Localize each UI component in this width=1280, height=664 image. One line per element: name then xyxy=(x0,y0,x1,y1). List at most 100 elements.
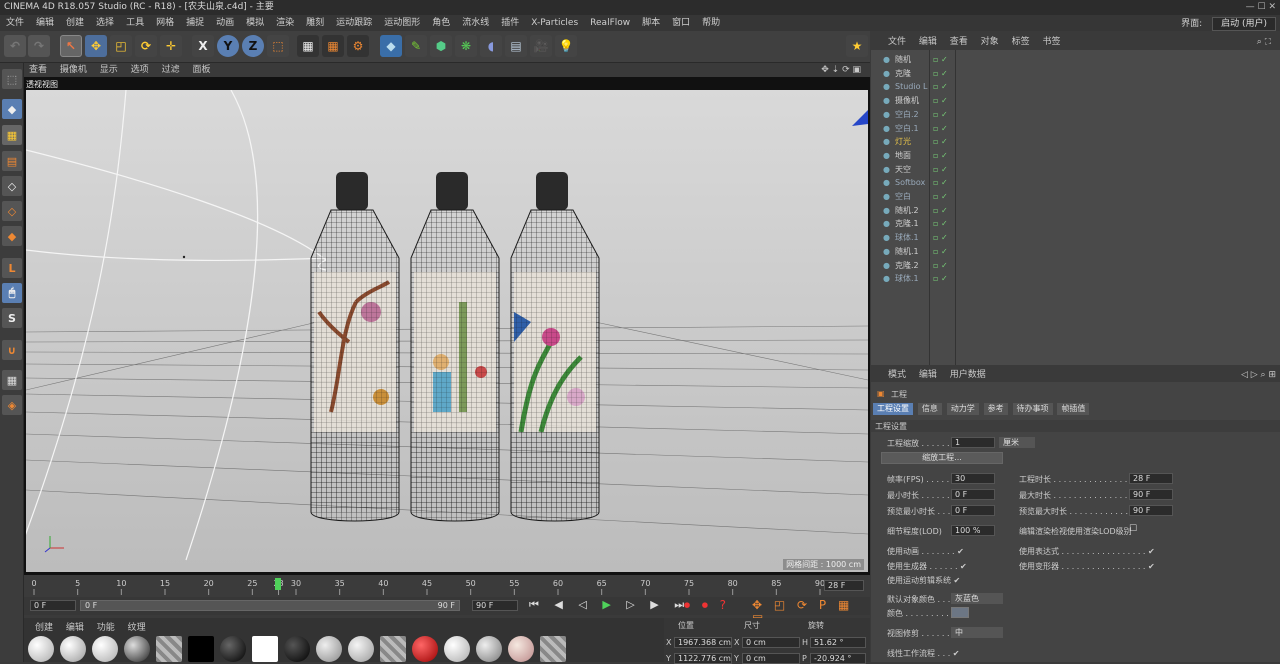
tab-project-settings[interactable]: 工程设置 xyxy=(873,403,913,415)
menu-item[interactable]: 动画 xyxy=(210,15,240,31)
rotation-h-field[interactable]: 51.62 ° xyxy=(810,637,866,648)
scale-unit-dropdown[interactable]: 厘米 xyxy=(999,437,1035,448)
object-row[interactable]: ● 空白.2 ▫ ✓ xyxy=(871,108,1280,122)
object-row[interactable]: ● 克隆.2 ▫ ✓ xyxy=(871,259,1280,273)
menu-item[interactable]: 捕捉 xyxy=(180,15,210,31)
rotation-p-field[interactable]: -20.924 ° xyxy=(810,653,866,664)
object-name[interactable]: Softbox xyxy=(895,176,925,190)
window-controls[interactable]: — ☐ ✕ xyxy=(1246,0,1276,15)
start-frame-field[interactable]: 0 F xyxy=(30,600,76,611)
menu-item[interactable]: 插件 xyxy=(495,15,525,31)
points-mode-icon[interactable]: ◇ xyxy=(2,176,22,196)
use-expressions-checkbox[interactable]: 使用表达式 . . . . . . . . . . . . . . . . . … xyxy=(1019,546,1155,557)
visibility-toggle-icon[interactable]: ▫ ✓ xyxy=(933,272,948,286)
menu-item[interactable]: 模拟 xyxy=(240,15,270,31)
default-color-dropdown[interactable]: 灰蓝色 xyxy=(951,593,1003,604)
light-icon[interactable]: 💡 xyxy=(555,35,577,57)
timeline-playhead[interactable] xyxy=(275,578,281,590)
object-name[interactable]: 空白.2 xyxy=(895,108,919,122)
preview-min-field[interactable]: 0 F xyxy=(951,505,995,516)
visibility-toggle-icon[interactable]: ▫ ✓ xyxy=(933,80,948,94)
object-name[interactable]: 摄像机 xyxy=(895,94,919,108)
preview-max-field[interactable]: 90 F xyxy=(1129,505,1173,516)
use-deformers-checkbox[interactable]: 使用变形器 . . . . . . . . . . . . . . . . . … xyxy=(1019,561,1155,572)
object-row[interactable]: ● 克隆.1 ▫ ✓ xyxy=(871,217,1280,231)
visibility-toggle-icon[interactable]: ▫ ✓ xyxy=(933,204,948,218)
color-swatch[interactable] xyxy=(951,607,969,618)
coordinate-system-icon[interactable]: ⬚ xyxy=(267,35,289,57)
timeline[interactable]: 05101520252830354045505560657075808590 2… xyxy=(24,575,870,597)
material-menu-create[interactable]: 创建 xyxy=(30,623,58,633)
object-name[interactable]: 克隆.2 xyxy=(895,259,919,273)
interface-selector[interactable]: 界面: 启动 (用户) xyxy=(1175,16,1276,32)
object-row[interactable]: ● 随机 ▫ ✓ xyxy=(871,53,1280,67)
visibility-toggle-icon[interactable]: ▫ ✓ xyxy=(933,108,948,122)
visibility-toggle-icon[interactable]: ▫ ✓ xyxy=(933,231,948,245)
move-icon[interactable]: ✥ xyxy=(85,35,107,57)
object-row[interactable]: ● Softbox ▫ ✓ xyxy=(871,176,1280,190)
visibility-toggle-icon[interactable]: ▫ ✓ xyxy=(933,217,948,231)
tab-dynamics[interactable]: 动力学 xyxy=(946,403,979,415)
material-swatch[interactable] xyxy=(508,636,534,662)
obj-menu-file[interactable]: 文件 xyxy=(883,35,911,50)
object-name[interactable]: 随机.1 xyxy=(895,245,919,259)
visibility-toggle-icon[interactable]: ▫ ✓ xyxy=(933,259,948,273)
menu-item[interactable]: 流水线 xyxy=(456,15,495,31)
object-name[interactable]: 球体.1 xyxy=(895,231,919,245)
render-settings-icon[interactable]: ⚙ xyxy=(347,35,369,57)
lod-field[interactable]: 100 % xyxy=(951,525,995,536)
object-row[interactable]: ● 随机.2 ▫ ✓ xyxy=(871,204,1280,218)
material-swatch[interactable] xyxy=(380,636,406,662)
object-row[interactable]: ● 天空 ▫ ✓ xyxy=(871,163,1280,177)
material-swatch[interactable] xyxy=(284,636,310,662)
planar-icon[interactable]: ◈ xyxy=(2,395,22,415)
object-name[interactable]: 空白.1 xyxy=(895,122,919,136)
fps-field[interactable]: 30 xyxy=(951,473,995,484)
use-motion-system-checkbox[interactable]: 使用运动剪辑系统 ✔ xyxy=(887,575,960,586)
material-swatch[interactable] xyxy=(60,636,86,662)
record-icons[interactable]: ⏺ ⏺ ? xyxy=(684,598,730,613)
object-row[interactable]: ● Studio L ▫ ✓ xyxy=(871,80,1280,94)
material-swatch[interactable] xyxy=(444,636,470,662)
scale-field[interactable]: 1 xyxy=(951,437,995,448)
visibility-toggle-icon[interactable]: ▫ ✓ xyxy=(933,53,948,67)
y-axis-icon[interactable]: Y xyxy=(217,35,239,57)
x-axis-icon[interactable]: X xyxy=(192,35,214,57)
max-frame-field[interactable]: 90 F xyxy=(472,600,518,611)
object-name[interactable]: 克隆.1 xyxy=(895,217,919,231)
tab-interpolation[interactable]: 帧插值 xyxy=(1057,403,1090,415)
material-swatch[interactable] xyxy=(476,636,502,662)
menu-item[interactable]: 角色 xyxy=(426,15,456,31)
array-icon[interactable]: ❋ xyxy=(455,35,477,57)
visibility-toggle-icon[interactable]: ▫ ✓ xyxy=(933,135,948,149)
viewport-menu-camera[interactable]: 摄像机 xyxy=(55,63,92,77)
object-row[interactable]: ● 空白 ▫ ✓ xyxy=(871,190,1280,204)
render-picture-viewer-icon[interactable]: ▦ xyxy=(322,35,344,57)
menu-item[interactable]: 脚本 xyxy=(636,15,666,31)
size-y-field[interactable]: 0 cm xyxy=(742,653,800,664)
object-name[interactable]: 天空 xyxy=(895,163,911,177)
visibility-toggle-icon[interactable]: ▫ ✓ xyxy=(933,190,948,204)
object-name[interactable]: 球体.1 xyxy=(895,272,919,286)
attr-menu-edit[interactable]: 编辑 xyxy=(914,370,942,380)
menu-item[interactable]: 窗口 xyxy=(666,15,696,31)
attr-menu-mode[interactable]: 模式 xyxy=(883,370,911,380)
menu-item[interactable]: 帮助 xyxy=(696,15,726,31)
range-slider[interactable]: 0 F 90 F xyxy=(80,600,460,611)
material-swatch[interactable] xyxy=(156,636,182,662)
menu-item[interactable]: 工具 xyxy=(120,15,150,31)
pen-icon[interactable]: ✎ xyxy=(405,35,427,57)
object-row[interactable]: ● 克隆 ▫ ✓ xyxy=(871,67,1280,81)
visibility-toggle-icon[interactable]: ▫ ✓ xyxy=(933,149,948,163)
attr-menu-userdata[interactable]: 用户数据 xyxy=(945,370,991,380)
material-swatch[interactable] xyxy=(412,636,438,662)
visibility-toggle-icon[interactable]: ▫ ✓ xyxy=(933,245,948,259)
workplane-lock-icon[interactable]: ▦ xyxy=(2,370,22,390)
model-mode-icon[interactable]: ◆ xyxy=(2,99,22,119)
transport-controls[interactable]: ⏮ ◀ ◁ ▶ ▷ ▶ ⏭ xyxy=(529,598,690,612)
z-axis-icon[interactable]: Z xyxy=(242,35,264,57)
redo-icon[interactable]: ↷ xyxy=(28,35,50,57)
recent-tool-icon[interactable]: ✛ xyxy=(160,35,182,57)
material-swatch[interactable] xyxy=(28,636,54,662)
object-name[interactable]: 随机 xyxy=(895,53,911,67)
